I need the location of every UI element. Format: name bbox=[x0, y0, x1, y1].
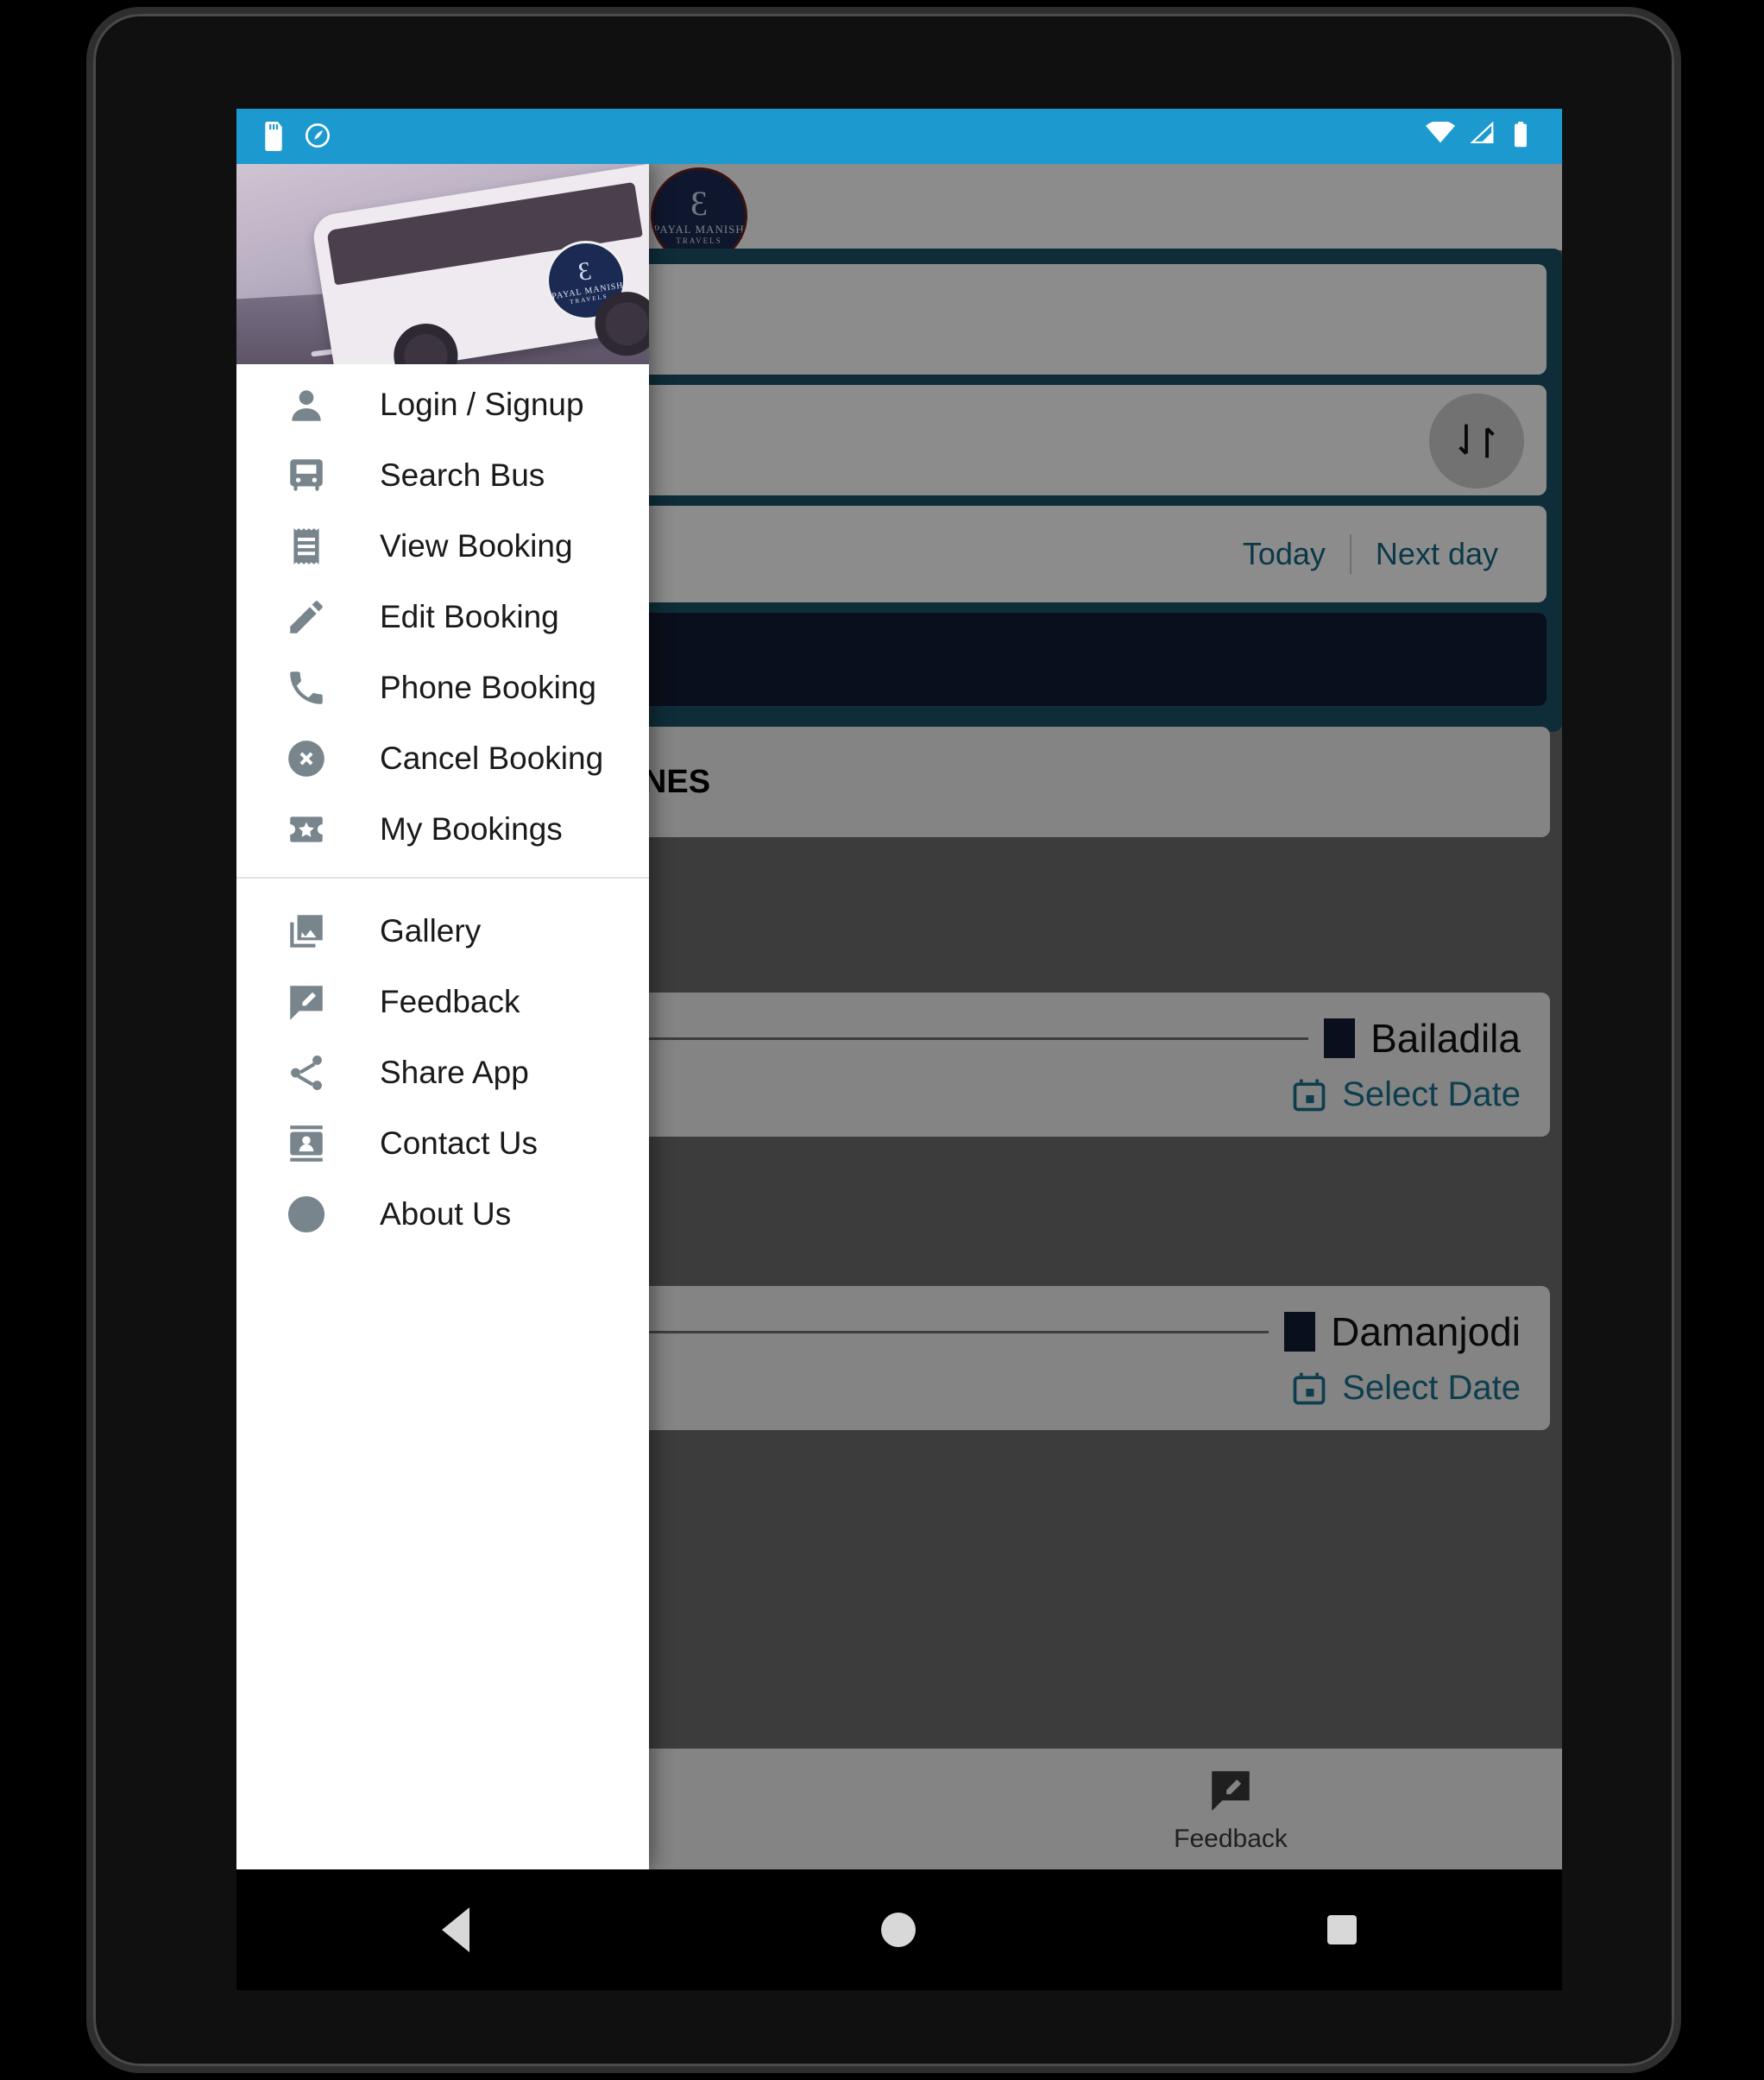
drawer-item-gallery[interactable]: Gallery bbox=[236, 896, 649, 967]
photo-library-icon bbox=[285, 910, 328, 953]
wifi-icon bbox=[1426, 120, 1455, 151]
drawer-item-my-bookings[interactable]: My Bookings bbox=[236, 794, 649, 865]
drawer-item-label: View Booking bbox=[380, 528, 573, 564]
signal-icon bbox=[1469, 121, 1495, 151]
person-icon bbox=[285, 383, 328, 426]
receipt-icon bbox=[285, 525, 328, 568]
back-button[interactable] bbox=[442, 1907, 470, 1952]
screen: Ɛ PAYAL MANISH TRAVELS Today Next day Ba… bbox=[236, 109, 1562, 1869]
drawer-item-label: Gallery bbox=[380, 913, 482, 949]
drawer-item-cancel-booking[interactable]: Cancel Booking bbox=[236, 723, 649, 794]
drawer-item-label: Login / Signup bbox=[380, 387, 584, 422]
bus-icon bbox=[285, 454, 328, 497]
home-button[interactable] bbox=[880, 1913, 916, 1947]
info-circle-icon bbox=[285, 1193, 328, 1236]
drawer-item-view-booking[interactable]: View Booking bbox=[236, 511, 649, 582]
recents-button[interactable] bbox=[1326, 1915, 1357, 1944]
drawer-header-image: Ɛ PAYAL MANISH TRAVELS bbox=[236, 164, 649, 364]
drawer-item-phone-booking[interactable]: Phone Booking bbox=[236, 652, 649, 723]
share-icon bbox=[285, 1051, 328, 1094]
drawer-divider bbox=[236, 877, 649, 879]
sd-card-icon bbox=[261, 122, 287, 151]
status-bar bbox=[236, 109, 1562, 164]
pencil-icon bbox=[285, 596, 328, 639]
drawer-item-label: My Bookings bbox=[380, 811, 563, 847]
drawer-item-label: Share App bbox=[380, 1055, 529, 1090]
drawer-item-share-app[interactable]: Share App bbox=[236, 1037, 649, 1108]
battery-icon bbox=[1512, 122, 1538, 151]
brand-monogram: Ɛ bbox=[576, 255, 594, 287]
cancel-circle-icon bbox=[285, 737, 328, 780]
drawer-item-label: Phone Booking bbox=[380, 670, 596, 705]
drawer-menu: Login / Signup Search Bus View Booking E… bbox=[236, 364, 649, 1250]
drawer-item-label: Cancel Booking bbox=[380, 741, 604, 776]
ticket-star-icon bbox=[285, 808, 328, 851]
navigation-drawer: Ɛ PAYAL MANISH TRAVELS Login / Signup Se… bbox=[236, 164, 649, 1869]
drawer-item-login-signup[interactable]: Login / Signup bbox=[236, 369, 649, 440]
phone-icon bbox=[285, 666, 328, 709]
device-frame: Ɛ PAYAL MANISH TRAVELS Today Next day Ba… bbox=[86, 7, 1681, 2073]
drawer-item-contact-us[interactable]: Contact Us bbox=[236, 1108, 649, 1179]
drawer-item-label: About Us bbox=[380, 1196, 512, 1232]
drawer-item-feedback[interactable]: Feedback bbox=[236, 967, 649, 1037]
drawer-item-label: Contact Us bbox=[380, 1125, 539, 1161]
bus-wheel bbox=[389, 318, 463, 364]
feedback-icon bbox=[285, 980, 328, 1024]
drawer-item-edit-booking[interactable]: Edit Booking bbox=[236, 582, 649, 652]
app-notification-icon bbox=[304, 122, 330, 151]
android-navigation-bar bbox=[236, 1869, 1562, 1990]
contact-card-icon bbox=[285, 1122, 328, 1165]
drawer-item-label: Search Bus bbox=[380, 457, 545, 493]
drawer-item-label: Feedback bbox=[380, 984, 520, 1019]
drawer-item-search-bus[interactable]: Search Bus bbox=[236, 440, 649, 511]
bus-graphic: Ɛ PAYAL MANISH TRAVELS bbox=[310, 164, 649, 364]
drawer-item-about-us[interactable]: About Us bbox=[236, 1179, 649, 1250]
drawer-item-label: Edit Booking bbox=[380, 599, 559, 634]
